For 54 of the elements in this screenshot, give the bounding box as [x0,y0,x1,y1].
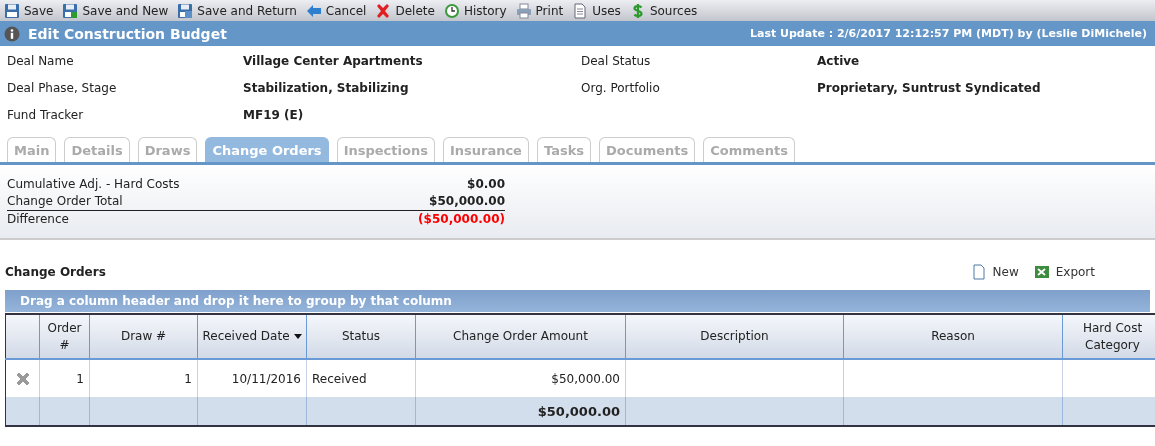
summary-label: Cumulative Adj. - Hard Costs [7,176,180,193]
summary-label: Change Order Total [7,193,123,210]
column-header[interactable]: Status [306,314,416,359]
section-title: Change Orders [5,265,106,279]
table-cell: $50,000.00 [415,359,626,397]
cancel-button[interactable]: Cancel [305,2,367,19]
delete-button[interactable]: Delete [375,2,435,19]
column-header[interactable]: Reason [843,314,1063,359]
document-icon [572,2,589,19]
column-header[interactable]: Description [625,314,844,359]
sort-down-icon [293,334,302,339]
field-value: Stabilization, Stabilizing [243,80,410,95]
page-title: Edit Construction Budget [28,25,227,42]
field-value: Village Center Apartments [243,53,424,68]
table-cell: Received [306,359,416,397]
table-cell: 1 [89,359,198,397]
summary-label: Difference [7,211,69,228]
print-button[interactable]: Print [515,2,564,19]
field-label: Deal Status [581,53,652,68]
column-header[interactable]: Order # [39,314,90,359]
summary-value: $50,000.00 [429,193,505,210]
field-label: Deal Phase, Stage [7,80,118,95]
blank-page-icon [970,264,987,280]
clock-icon [443,2,460,19]
last-update-text: Last Update : 2/6/2017 12:12:57 PM (MDT) by (Leslie DiMichele) [749,27,1147,40]
delete-row-icon[interactable] [14,370,31,387]
table-cell: 10/11/2016 [197,359,307,397]
new-button[interactable]: New [970,264,1019,280]
uses-button[interactable]: Uses [572,2,621,19]
group-hint-text: Drag a column header and drop it here to group by that column [20,294,452,308]
column-header[interactable]: Received Date [197,314,307,359]
spreadsheet-icon [1033,264,1050,280]
total-cell: $50,000.00 [415,397,626,426]
table-cell: 1 [39,359,90,397]
field-label: Org. Portfolio [581,80,661,95]
field-value: Active [817,53,861,68]
field-value: Proprietary, Suntrust Syndicated [817,80,1042,95]
column-header[interactable]: Change Order Amount [415,314,626,359]
info-icon [4,25,20,42]
sources-button[interactable]: Sources [629,2,698,19]
summary-value: $0.00 [467,176,505,193]
column-header[interactable]: Draw # [89,314,198,359]
cross-icon [375,2,392,19]
history-button[interactable]: History [443,2,507,19]
field-label: Fund Tracker [7,107,85,122]
column-header[interactable]: Hard Cost Category [1062,314,1155,359]
field-label: Deal Name [7,53,75,68]
field-value: MF19 (E) [243,107,305,122]
save-return-button[interactable]: Save and Return [177,2,297,19]
save-button[interactable]: Save [4,2,54,19]
export-button[interactable]: Export [1033,264,1095,280]
printer-icon [515,2,532,19]
summary-value: ($50,000.00) [418,211,505,228]
save-new-button[interactable]: Save and New [62,2,169,19]
